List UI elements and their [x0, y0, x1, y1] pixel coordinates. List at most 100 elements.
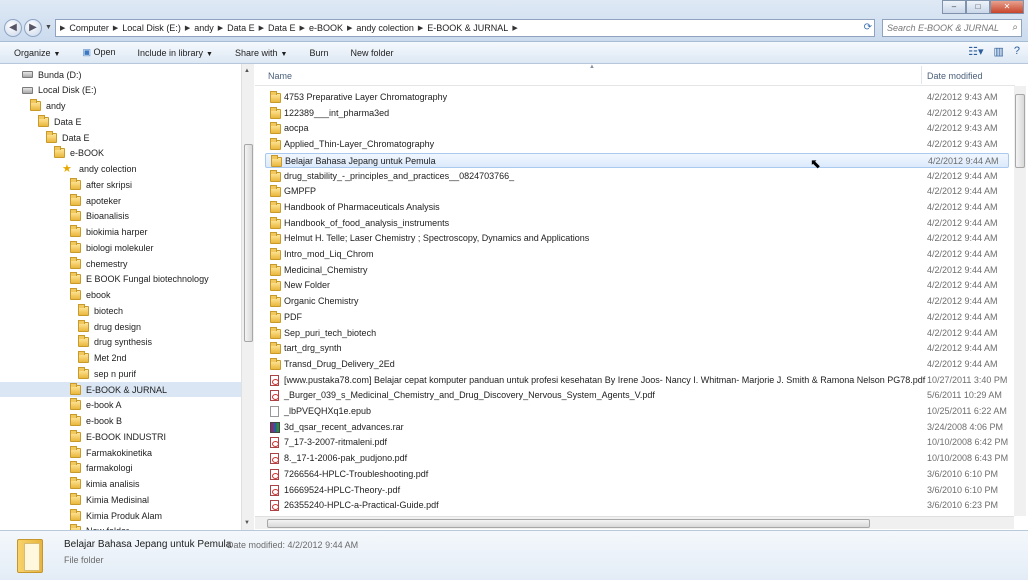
tree-item[interactable]: drug synthesis	[0, 335, 241, 350]
address-bar[interactable]: ▶ Computer ▶ Local Disk (E:) ▶ andy ▶ Data E ▶ D…	[55, 19, 875, 37]
breadcrumb-item[interactable]: andy colection	[356, 23, 414, 33]
view-options-icon[interactable]: ☷▾	[968, 45, 983, 58]
file-row[interactable]: Applied_Thin-Layer_Chromatography 4/2/201…	[265, 137, 1009, 152]
file-row[interactable]: _lbPVEQHXq1e.epub 10/25/2011 6:22 AM	[265, 404, 1009, 419]
refresh-icon[interactable]: ⟳	[864, 22, 872, 33]
tree-item[interactable]: ★ andy colection	[0, 162, 241, 177]
file-row[interactable]: Medicinal_Chemistry 4/2/2012 9:44 AM	[265, 263, 1009, 278]
file-row[interactable]: Intro_mod_Liq_Chrom 4/2/2012 9:44 AM	[265, 247, 1009, 262]
scroll-up-icon[interactable]: ▲	[244, 68, 250, 74]
file-row[interactable]: [www.pustaka78.com] Belajar cepat komput…	[265, 373, 1009, 388]
breadcrumb-item[interactable]: Data E	[268, 23, 296, 33]
file-row[interactable]: GMPFP 4/2/2012 9:44 AM	[265, 184, 1009, 199]
file-row[interactable]: 8._17-1-2006-pak_pudjono.pdf 10/10/2008 6…	[265, 451, 1009, 466]
file-row[interactable]: Belajar Bahasa Jepang untuk Pemula 4/2/20…	[265, 152, 1009, 168]
search-input[interactable]: Search E-BOOK & JURNAL ⌕	[882, 19, 1022, 37]
breadcrumb-item[interactable]: Data E	[227, 23, 255, 33]
tree-item[interactable]: kimia analisis	[0, 477, 241, 492]
organize-button[interactable]: Organize ▼	[14, 48, 60, 58]
tree-item[interactable]: Data E	[0, 130, 241, 145]
breadcrumb-separator-icon[interactable]: ▶	[512, 24, 517, 32]
tree-item[interactable]: ebook	[0, 288, 241, 303]
column-header-date-modified[interactable]: Date modified	[927, 71, 983, 81]
tree-item[interactable]: Local Disk (E:)	[0, 83, 241, 98]
file-list-vertical-scrollbar[interactable]	[1014, 86, 1026, 516]
file-row[interactable]: New Folder 4/2/2012 9:44 AM	[265, 278, 1009, 293]
tree-item[interactable]: drug design	[0, 319, 241, 334]
tree-item[interactable]: Farmakokinetika	[0, 445, 241, 460]
tree-item[interactable]: apoteker	[0, 193, 241, 208]
share-with-button[interactable]: Share with ▼	[235, 48, 287, 58]
tree-item[interactable]: E BOOK Fungal biotechnology	[0, 272, 241, 287]
burn-button[interactable]: Burn	[309, 48, 328, 58]
tree-item[interactable]: andy	[0, 99, 241, 114]
tree-item[interactable]: E-BOOK & JURNAL	[0, 382, 241, 397]
breadcrumb-separator-icon[interactable]: ▶	[259, 24, 264, 32]
file-row[interactable]: Handbook of Pharmaceuticals Analysis 4/2/…	[265, 200, 1009, 215]
file-row[interactable]: PDF 4/2/2012 9:44 AM	[265, 310, 1009, 325]
help-icon[interactable]: ?	[1014, 45, 1020, 58]
breadcrumb-item[interactable]: e-BOOK	[309, 23, 343, 33]
file-row[interactable]: _Burger_039_s_Medicinal_Chemistry_and_Dr…	[265, 388, 1009, 403]
breadcrumb-item[interactable]: Computer	[69, 23, 109, 33]
new-folder-button[interactable]: New folder	[350, 48, 393, 58]
file-row[interactable]: Handbook_of_food_analysis_instruments 4/2…	[265, 216, 1009, 231]
open-button[interactable]: ▣ Open	[82, 47, 115, 58]
tree-item[interactable]: farmakologi	[0, 461, 241, 476]
scroll-down-icon[interactable]: ▼	[244, 520, 250, 526]
tree-item[interactable]: sep n purif	[0, 366, 241, 381]
file-row[interactable]: Transd_Drug_Delivery_2Ed 4/2/2012 9:44 AM	[265, 357, 1009, 372]
breadcrumb-item[interactable]: Local Disk (E:)	[122, 23, 181, 33]
file-row[interactable]: 122389___int_pharma3ed 4/2/2012 9:43 AM	[265, 106, 1009, 121]
file-row[interactable]: aocpa 4/2/2012 9:43 AM	[265, 121, 1009, 136]
preview-pane-icon[interactable]: ▥	[993, 45, 1003, 58]
breadcrumb-separator-icon[interactable]: ▶	[113, 24, 118, 32]
column-divider[interactable]	[921, 66, 922, 84]
tree-item[interactable]: biologi molekuler	[0, 240, 241, 255]
minimize-button[interactable]: –	[942, 0, 966, 14]
file-row[interactable]: 3d_qsar_recent_advances.rar 3/24/2008 4:0…	[265, 420, 1009, 435]
file-row[interactable]: Organic Chemistry 4/2/2012 9:44 AM	[265, 294, 1009, 309]
file-row[interactable]: drug_stability_-_principles_and_practice…	[265, 169, 1009, 184]
file-row[interactable]: 16669524-HPLC-Theory-.pdf 3/6/2010 6:10 P…	[265, 483, 1009, 498]
scrollbar-thumb[interactable]	[244, 144, 253, 342]
file-row[interactable]: 7_17-3-2007-ritmaleni.pdf 10/10/2008 6:42…	[265, 435, 1009, 450]
column-header-name[interactable]: Name	[268, 71, 292, 81]
tree-item[interactable]: biokimia harper	[0, 225, 241, 240]
tree-item[interactable]: Data E	[0, 114, 241, 129]
file-row[interactable]: tart_drg_synth 4/2/2012 9:44 AM	[265, 341, 1009, 356]
file-list-horizontal-scrollbar[interactable]	[255, 516, 1014, 529]
file-row[interactable]: Sep_puri_tech_biotech 4/2/2012 9:44 AM	[265, 326, 1009, 341]
tree-item[interactable]: Bioanalisis	[0, 209, 241, 224]
tree-item[interactable]: chemestry	[0, 256, 241, 271]
tree-item[interactable]: biotech	[0, 303, 241, 318]
tree-item[interactable]: e-book A	[0, 398, 241, 413]
scrollbar-thumb[interactable]	[267, 519, 870, 528]
tree-item[interactable]: Bunda (D:)	[0, 67, 241, 82]
maximize-button[interactable]: □	[966, 0, 990, 14]
tree-item[interactable]: e-BOOK	[0, 146, 241, 161]
tree-item[interactable]: Kimia Produk Alam	[0, 508, 241, 523]
include-in-library-button[interactable]: Include in library ▼	[138, 48, 213, 58]
breadcrumb-separator-icon[interactable]: ▶	[347, 24, 352, 32]
tree-item[interactable]: E-BOOK INDUSTRI	[0, 429, 241, 444]
scrollbar-thumb[interactable]	[1015, 94, 1025, 168]
forward-arrow-icon[interactable]: ▶	[24, 19, 42, 37]
tree-item[interactable]: e-book B	[0, 414, 241, 429]
breadcrumb-separator-icon[interactable]: ▶	[218, 24, 223, 32]
file-row[interactable]: 7266564-HPLC-Troubleshooting.pdf 3/6/2010…	[265, 467, 1009, 482]
breadcrumb-separator-icon[interactable]: ▶	[300, 24, 305, 32]
tree-item[interactable]: Met 2nd	[0, 351, 241, 366]
tree-item[interactable]: Kimia Medisinal	[0, 492, 241, 507]
back-arrow-icon[interactable]: ◀	[4, 19, 22, 37]
breadcrumb-separator-icon[interactable]: ▶	[185, 24, 190, 32]
navigation-scrollbar[interactable]: ▲ ▼	[241, 64, 254, 530]
recent-pages-chevron-icon[interactable]: ▼	[45, 24, 52, 31]
breadcrumb-item[interactable]: andy	[194, 23, 214, 33]
file-row[interactable]: Helmut H. Telle; Laser Chemistry ; Spect…	[265, 231, 1009, 246]
close-button[interactable]: ✕	[990, 0, 1024, 14]
breadcrumb-item[interactable]: E-BOOK & JURNAL	[427, 23, 508, 33]
tree-item[interactable]: after skripsi	[0, 177, 241, 192]
file-row[interactable]: 26355240-HPLC-a-Practical-Guide.pdf 3/6/2…	[265, 498, 1009, 513]
breadcrumb-separator-icon[interactable]: ▶	[418, 24, 423, 32]
